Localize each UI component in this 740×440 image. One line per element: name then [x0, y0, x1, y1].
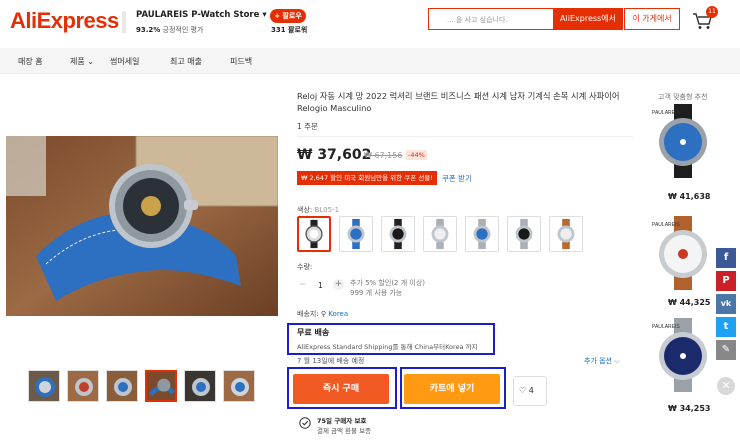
nav-summer-sale[interactable]: 썸머세일	[110, 56, 139, 67]
recommended-price: ₩ 41,638	[668, 192, 711, 201]
follow-button[interactable]: + 팔로우	[270, 9, 306, 23]
store-rating: 93.2% 긍정적인 평가	[136, 26, 204, 34]
aliexpress-logo[interactable]: AliExpress	[10, 8, 119, 34]
facebook-icon[interactable]: f	[716, 248, 736, 268]
shield-check-icon	[299, 417, 311, 429]
product-title: Reloj 자동 시계 망 2022 럭셔리 브랜드 비즈니스 패션 시계 남자…	[297, 91, 620, 113]
original-price: ₩ 67,156	[364, 151, 403, 160]
thumbnail[interactable]	[28, 370, 60, 402]
chevron-down-icon: ⌄	[84, 57, 94, 66]
color-swatch[interactable]	[381, 216, 415, 252]
pencil-icon[interactable]: ✎	[716, 340, 736, 360]
discount-badge: -44%	[406, 150, 427, 160]
pinterest-icon[interactable]: P	[716, 271, 736, 291]
recommended-product-image[interactable]: PAULAREIS	[648, 216, 716, 290]
search-aliexpress-button[interactable]: AliExpress에서	[553, 8, 623, 30]
thumbnail[interactable]	[184, 370, 216, 402]
recommended-product-image[interactable]: PAULAREIS	[648, 104, 716, 178]
refund-guarantee: 결제 금액 환불 보증	[317, 427, 372, 435]
quantity-increase-button[interactable]: +	[333, 279, 344, 290]
product-main-image[interactable]	[6, 136, 278, 316]
close-icon[interactable]: ✕	[717, 377, 735, 395]
quantity-decrease-button[interactable]: −	[299, 280, 307, 290]
vk-icon[interactable]: vk	[716, 294, 736, 314]
color-swatch[interactable]	[423, 216, 457, 252]
heart-icon: ♡	[519, 386, 527, 395]
quantity-label: 수량:	[297, 263, 313, 271]
ship-to: 배송지: ⚲ Korea	[297, 310, 349, 318]
thumbnail[interactable]	[106, 370, 138, 402]
get-coupon-link[interactable]: 쿠폰 받기	[442, 173, 472, 184]
color-swatch[interactable]	[549, 216, 583, 252]
thumbnail-selected[interactable]	[145, 370, 177, 402]
store-nav: 매장 홈 제품 ⌄ 썸머세일 최고 매출 피드백	[0, 48, 740, 74]
recommended-product-image[interactable]: PAULAREIS	[648, 318, 716, 392]
color-label: 색상: BL05-1	[297, 206, 340, 214]
more-options-link[interactable]: 추가 옵션 ⌵	[584, 356, 620, 366]
quantity-discount-info: 추가 5% 할인(2 개 이상)	[350, 279, 426, 287]
buy-now-button[interactable]: 즉시 구매	[293, 374, 389, 404]
shipping-method: AliExpress Standard Shipping를 통해 China부터…	[297, 343, 478, 351]
quantity-input[interactable]: 1	[318, 281, 323, 290]
current-price: ₩ 37,602	[297, 147, 372, 163]
svg-text:PAULAREIS: PAULAREIS	[652, 110, 680, 116]
thumbnail[interactable]	[67, 370, 99, 402]
chevron-down-icon: ▾	[262, 10, 267, 20]
recommended-price: ₩ 34,253	[668, 404, 711, 413]
free-shipping-title: 무료 배송	[297, 328, 330, 337]
buyer-protection: 75일 구매자 보호	[317, 417, 367, 425]
orders-count: 1 주문	[297, 122, 318, 131]
coupon-banner: ₩ 2,647 할인 미국 회원님만을 위한 쿠폰 선물!	[297, 171, 437, 185]
recommendations-title: 고객 맞춤형 추천	[658, 93, 708, 101]
nav-best-sellers[interactable]: 최고 매출	[170, 56, 202, 67]
search-input[interactable]: ... 을 사고 싶습니다.	[428, 8, 553, 30]
nav-feedback[interactable]: 피드백	[230, 56, 252, 67]
stock-available: 999 개 사용 가능	[350, 289, 403, 297]
header: AliExpress PAULAREIS P-Watch Store ▾ 93.…	[0, 0, 740, 44]
followers-count: 331 팔로워	[271, 26, 308, 34]
recommended-price: ₩ 44,325	[668, 298, 711, 307]
search-store-button[interactable]: 이 가게에서	[624, 8, 680, 30]
color-swatch[interactable]	[339, 216, 373, 252]
svg-text:PAULAREIS: PAULAREIS	[652, 324, 680, 330]
location-pin-icon: ⚲	[320, 310, 327, 318]
nav-store-home[interactable]: 매장 홈	[18, 56, 43, 67]
store-name[interactable]: PAULAREIS P-Watch Store ▾	[136, 10, 267, 20]
divider	[122, 11, 126, 33]
add-to-cart-button[interactable]: 카트에 넣기	[404, 374, 500, 404]
cart-badge: 11	[706, 6, 718, 18]
nav-products[interactable]: 제품 ⌄	[70, 56, 94, 67]
thumbnail[interactable]	[223, 370, 255, 402]
twitter-icon[interactable]: t	[716, 317, 736, 337]
divider	[297, 136, 633, 137]
wishlist-button[interactable]: ♡ 4	[513, 376, 547, 406]
color-swatch[interactable]	[507, 216, 541, 252]
svg-text:PAULAREIS: PAULAREIS	[652, 222, 680, 228]
ship-to-country[interactable]: Korea	[328, 310, 348, 318]
delivery-estimate: 7 월 13일에 배송 예정	[297, 357, 365, 365]
color-swatch-selected[interactable]	[297, 216, 331, 252]
color-swatch[interactable]	[465, 216, 499, 252]
